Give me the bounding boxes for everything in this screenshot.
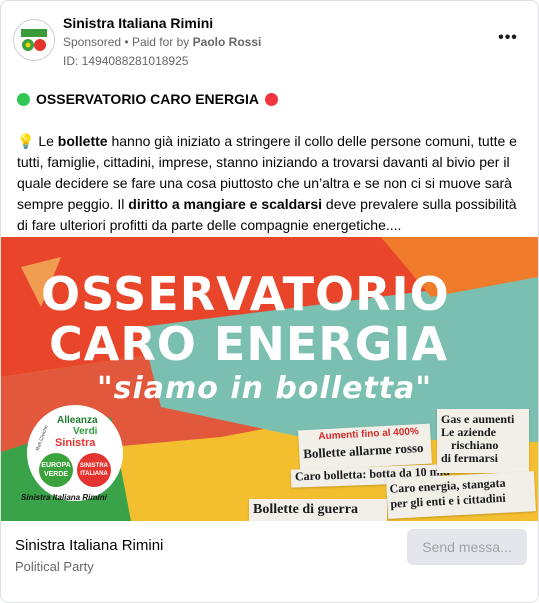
separator-dot: • xyxy=(124,35,132,49)
green-circle-icon xyxy=(17,92,30,106)
news-clip-bollette-guerra: Bollette di guerra xyxy=(249,499,387,521)
footer-page-name[interactable]: Sinistra Italiana Rimini xyxy=(15,537,163,554)
more-options-button[interactable]: ••• xyxy=(496,29,520,53)
ad-card: Sinistra Italiana Rimini Sponsored • Pai… xyxy=(0,0,539,603)
send-message-button[interactable]: Send messa... xyxy=(407,529,527,565)
red-circle-icon xyxy=(265,92,278,106)
lightbulb-icon: 💡 xyxy=(17,133,35,149)
creative-subtitle: "siamo in bolletta" xyxy=(97,371,432,406)
logo-sinistra: Sinistra xyxy=(55,437,96,449)
news-clip-gas-aumenti: Gas e aumenti Le aziende rischiano di fe… xyxy=(437,409,529,473)
clip1-main: Bollette allarme rosso xyxy=(302,439,424,462)
clip3-line4: di fermarsi xyxy=(441,451,498,465)
body-segment: Le xyxy=(38,133,58,149)
logo-verdi: Verdi xyxy=(73,426,98,437)
ad-creative-image[interactable]: OSSERVATORIO CARO ENERGIA "siamo in boll… xyxy=(1,237,538,521)
ad-footer: Sinistra Italiana Rimini Political Party… xyxy=(1,521,538,602)
news-clip-caro-energia: Caro energia, stangata per gli enti e i … xyxy=(386,471,536,519)
footer-category: Political Party xyxy=(15,559,94,574)
ad-id: ID: 1494088281018925 xyxy=(63,54,189,68)
avs-logo: Alleanza Verdi Sinistra EUROPA VERDE SIN… xyxy=(27,405,123,501)
body-bold-bollette: bollette xyxy=(57,133,108,149)
sponsored-label: Sponsored xyxy=(63,35,122,49)
sponsored-line: Sponsored • Paid for by Paolo Rossi xyxy=(63,35,261,49)
logo-alleanza: Alleanza xyxy=(57,415,98,426)
body-bold-diritto: diritto a mangiare e scaldarsi xyxy=(128,196,323,212)
logo-sinistra-italiana: SINISTRA ITALIANA xyxy=(77,453,111,487)
creative-title-line1: OSSERVATORIO xyxy=(41,267,450,321)
logo-reti-civiche: Reti Civiche xyxy=(34,424,50,452)
paid-for-prefix: Paid for by xyxy=(131,35,190,49)
creative-signature: Sinistra Italiana Rimini xyxy=(21,493,107,502)
logo-europa-verde: EUROPA VERDE xyxy=(39,453,73,487)
page-name[interactable]: Sinistra Italiana Rimini xyxy=(63,15,213,31)
avs-logo-icon xyxy=(15,21,53,59)
ad-header: Sinistra Italiana Rimini Sponsored • Pai… xyxy=(1,1,538,75)
post-body: 💡 Le bollette hanno già iniziato a strin… xyxy=(17,131,525,236)
headline-text: OSSERVATORIO CARO ENERGIA xyxy=(36,91,259,107)
post-headline: OSSERVATORIO CARO ENERGIA xyxy=(17,91,278,107)
creative-title-line2: CARO ENERGIA xyxy=(49,317,449,371)
news-clip-bollette-allarme: Aumenti fino al 400% Bollette allarme ro… xyxy=(298,423,432,471)
paid-for-name: Paolo Rossi xyxy=(192,35,262,49)
avatar[interactable] xyxy=(13,19,55,61)
